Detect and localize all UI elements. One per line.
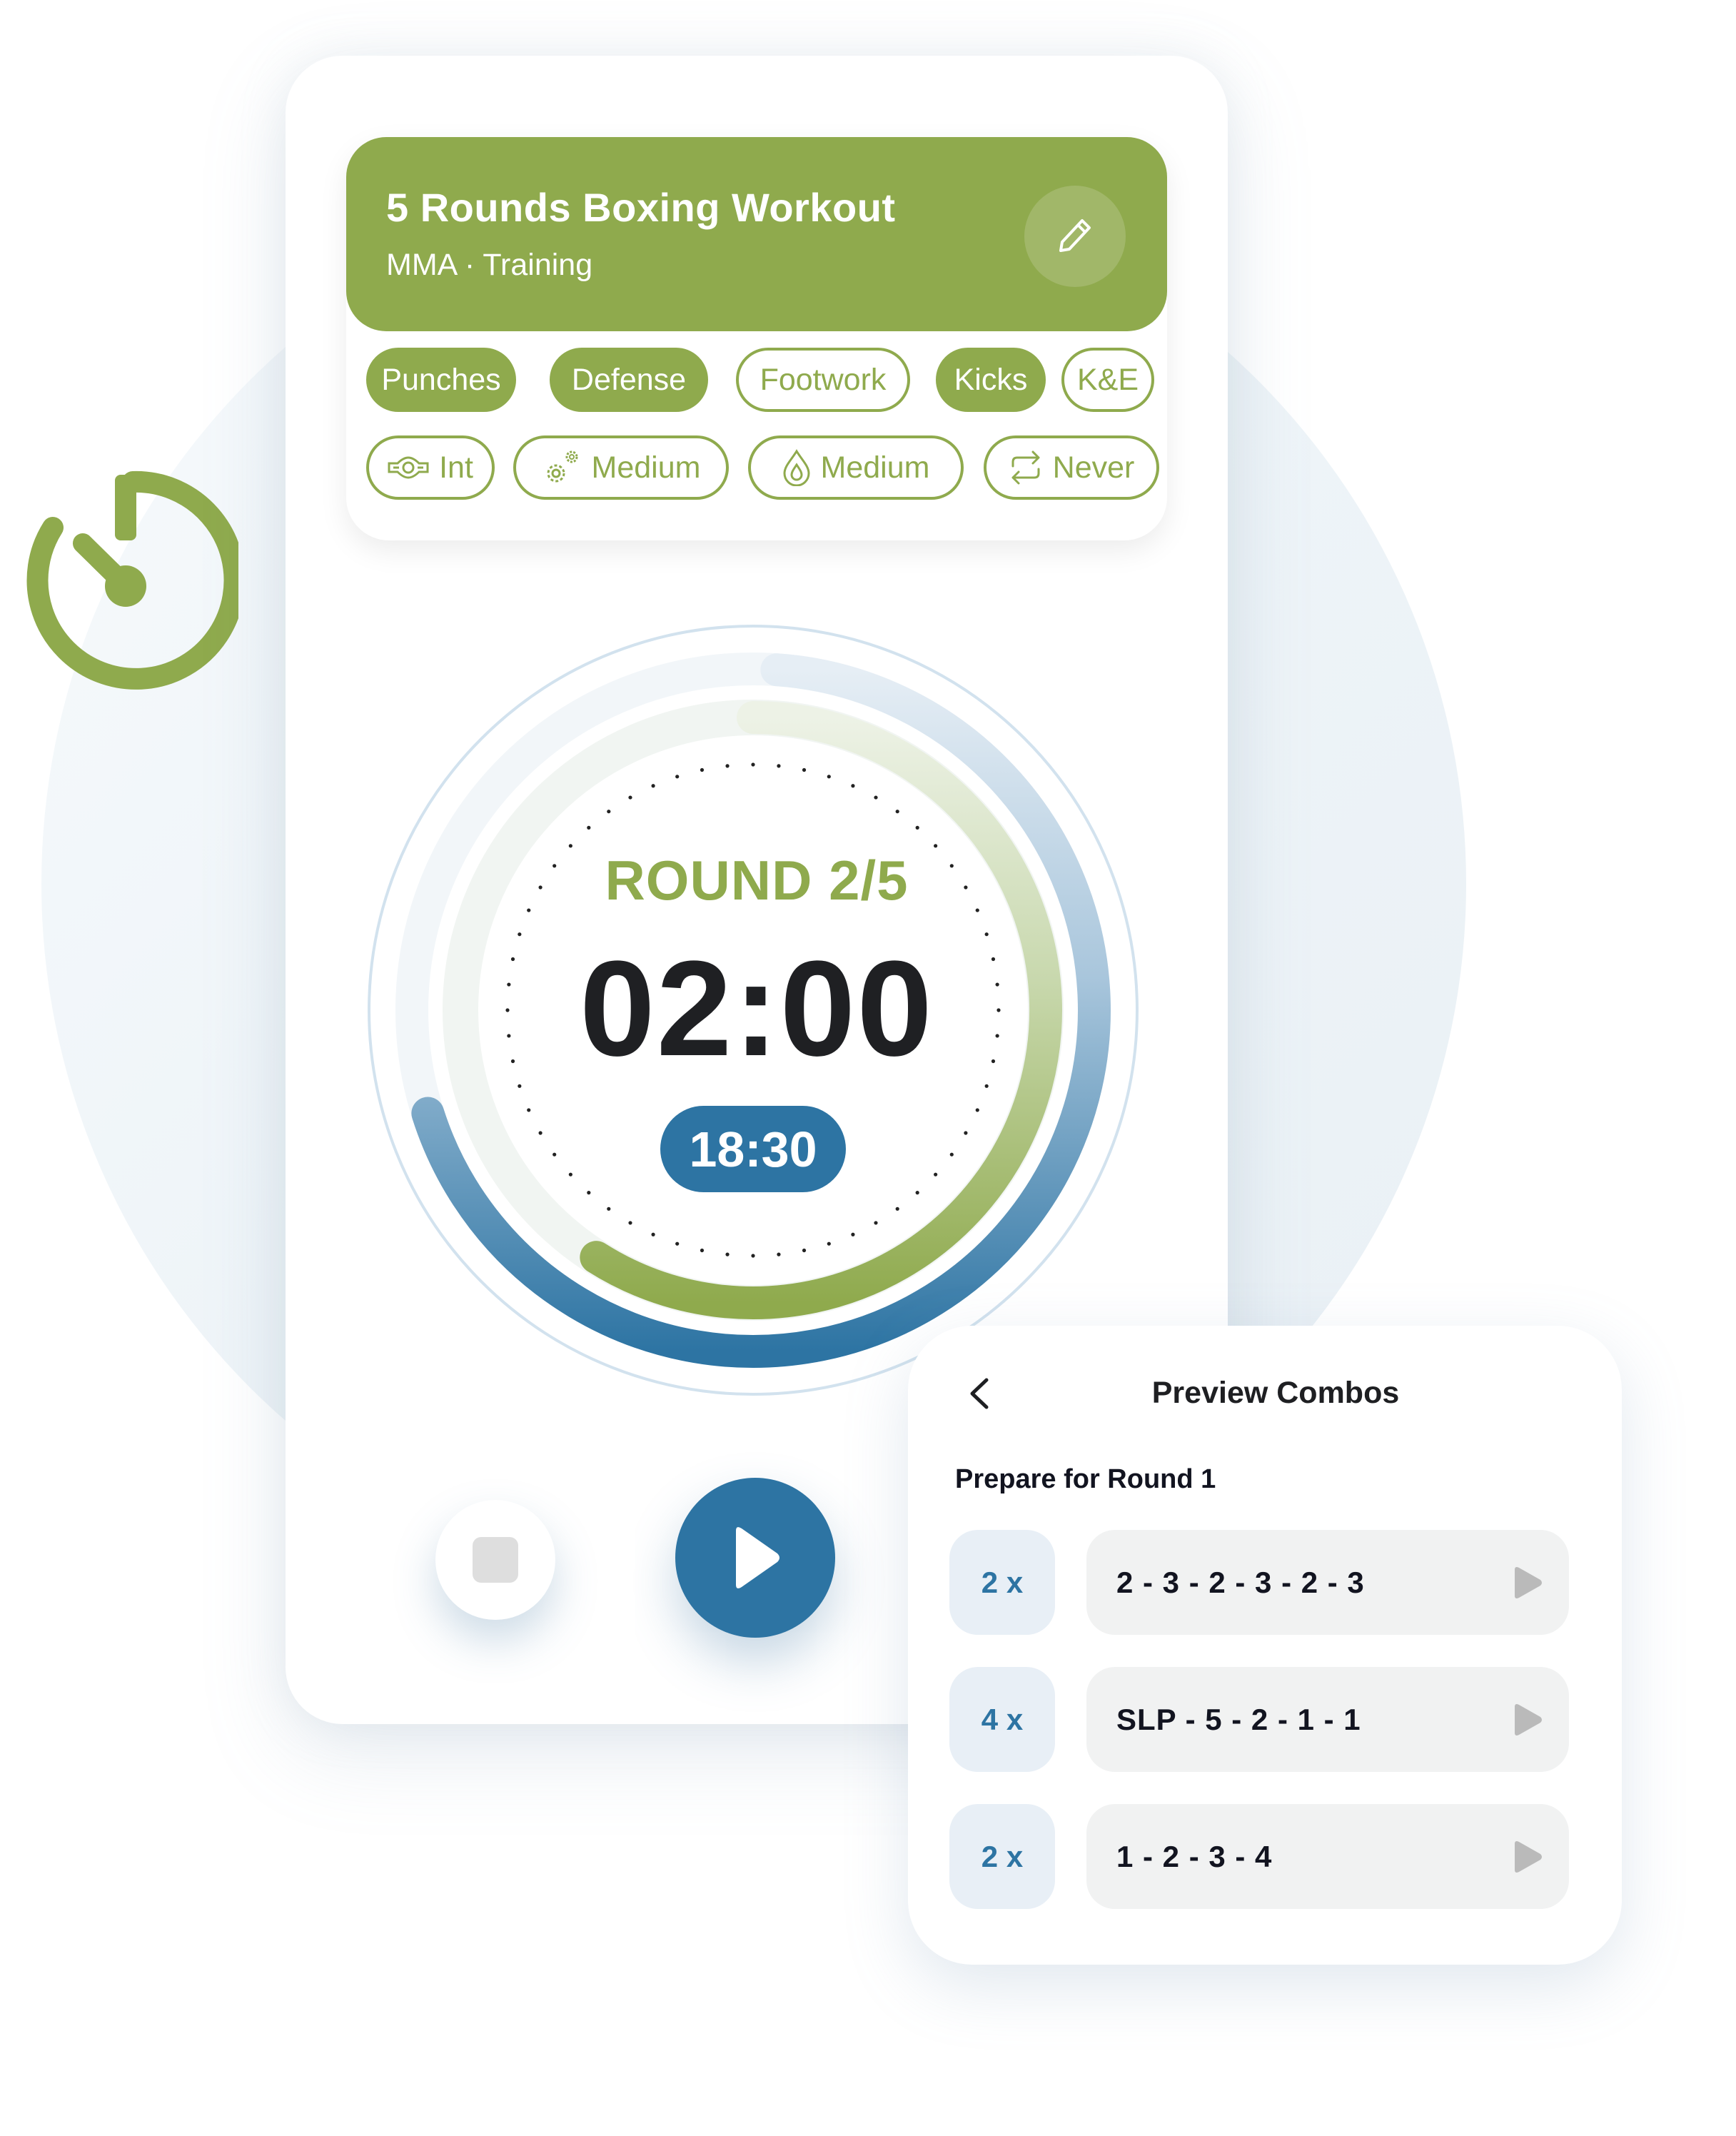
tick-dot — [607, 810, 611, 814]
tick-dot — [827, 1241, 831, 1246]
combo-sequence-button[interactable]: SLP - 5 - 2 - 1 - 1 — [1086, 1667, 1569, 1772]
tick-dot — [651, 1232, 655, 1236]
tick-dot — [934, 844, 938, 848]
play-icon[interactable] — [1512, 1840, 1543, 1874]
tick-dot — [568, 1172, 572, 1177]
combo-count: 2 x — [949, 1804, 1055, 1909]
tick-dot — [874, 1221, 878, 1225]
tick-dot — [827, 775, 831, 779]
tick-dot — [651, 784, 655, 788]
tick-dot — [587, 1191, 591, 1195]
tick-dot — [675, 1241, 680, 1246]
tick-dot — [628, 1221, 632, 1225]
round-indicator: ROUND 2/5 — [605, 849, 909, 912]
combo-sequence: 2 - 3 - 2 - 3 - 2 - 3 — [1116, 1565, 1365, 1599]
combo-sequence-button[interactable]: 1 - 2 - 3 - 4 — [1086, 1804, 1569, 1909]
stopwatch-icon — [26, 470, 238, 690]
tick-dot — [538, 1131, 542, 1135]
tick-dot — [700, 1248, 705, 1253]
tick-dot — [802, 1248, 807, 1253]
tick-dot — [607, 1206, 611, 1211]
tick-dot — [700, 767, 705, 772]
tick-dot — [725, 764, 730, 768]
preview-title: Preview Combos — [1151, 1376, 1400, 1410]
tick-dot — [915, 1191, 919, 1195]
play-icon[interactable] — [1512, 1566, 1543, 1600]
combo-row: 4 x SLP - 5 - 2 - 1 - 1 — [949, 1667, 1578, 1772]
tick-dot — [984, 1084, 989, 1088]
tick-dot — [851, 1232, 855, 1236]
tick-dot — [751, 762, 755, 767]
combo-row: 2 x 1 - 2 - 3 - 4 — [949, 1804, 1578, 1909]
tick-dot — [518, 932, 522, 937]
tick-dot — [975, 1108, 979, 1112]
round-time-remaining: 02:00 — [580, 933, 934, 1084]
combo-row: 2 x 2 - 3 - 2 - 3 - 2 - 3 — [949, 1530, 1578, 1635]
tick-dot — [851, 784, 855, 788]
tick-dot — [895, 1206, 899, 1211]
tick-dot — [934, 1172, 938, 1177]
tick-dot — [949, 1152, 954, 1157]
preview-combos-panel: Preview Combos Prepare for Round 1 2 x 2… — [908, 1326, 1622, 1965]
combo-sequence: SLP - 5 - 2 - 1 - 1 — [1116, 1702, 1361, 1736]
total-time-badge: 18:30 — [660, 1106, 846, 1192]
tick-dot — [964, 1131, 968, 1135]
tick-dot — [552, 1152, 557, 1157]
combo-count: 2 x — [949, 1530, 1055, 1635]
tick-dot — [895, 810, 899, 814]
stop-icon — [473, 1537, 518, 1583]
tick-dot — [802, 767, 807, 772]
tick-dot — [915, 825, 919, 830]
tick-dot — [984, 932, 989, 937]
stop-button[interactable] — [435, 1500, 555, 1620]
tick-dot — [751, 1254, 755, 1258]
tick-dot — [777, 764, 781, 768]
combo-sequence: 1 - 2 - 3 - 4 — [1116, 1839, 1273, 1873]
combo-sequence-button[interactable]: 2 - 3 - 2 - 3 - 2 - 3 — [1086, 1530, 1569, 1635]
section-label: Prepare for Round 1 — [955, 1464, 1216, 1494]
tick-dot — [628, 795, 632, 800]
tick-dot — [874, 795, 878, 800]
tick-dot — [527, 1108, 531, 1112]
play-icon[interactable] — [1512, 1703, 1543, 1737]
tick-dot — [568, 844, 572, 848]
play-button[interactable] — [675, 1478, 835, 1638]
tick-dot — [587, 825, 591, 830]
play-icon — [736, 1527, 779, 1588]
tick-dot — [518, 1084, 522, 1088]
tick-dot — [777, 1252, 781, 1256]
tick-dot — [675, 775, 680, 779]
combo-count: 4 x — [949, 1667, 1055, 1772]
tick-dot — [725, 1252, 730, 1256]
